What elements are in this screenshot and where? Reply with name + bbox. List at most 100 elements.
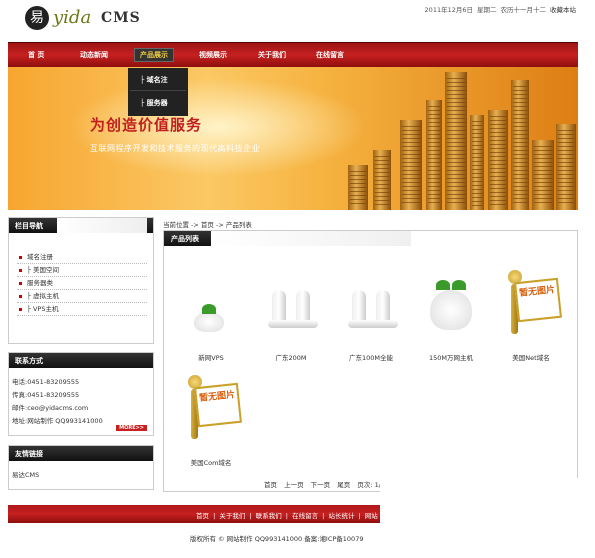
- no-image-text: 暂无图片: [514, 277, 562, 323]
- no-image-text: 暂无图片: [194, 382, 242, 428]
- product-name[interactable]: 150M万网主机: [412, 352, 490, 362]
- building-graphic: [400, 120, 422, 210]
- stand-image: [268, 290, 318, 330]
- building-graphic: [511, 80, 529, 210]
- links-box: 友情链接 易达CMS: [8, 445, 154, 490]
- footer-sep: |: [213, 512, 216, 520]
- dropdown-item-server[interactable]: ├ 服务器: [130, 92, 186, 114]
- pager-last[interactable]: 尾页: [337, 481, 350, 489]
- product-name[interactable]: 广东200M: [252, 352, 330, 362]
- product-card[interactable]: 150M万网主机: [412, 266, 490, 362]
- plant-image: [190, 302, 230, 332]
- product-card[interactable]: 新网VPS: [172, 266, 250, 362]
- dropdown-item-label: 服务器: [146, 99, 168, 107]
- category-item-label: VPS主机: [32, 305, 59, 313]
- dropdown-item-label: 域名注: [146, 76, 168, 84]
- building-graphic: [445, 72, 467, 210]
- footer-link-contact[interactable]: 联系我们: [256, 512, 282, 520]
- pagination: 首页 上一页 下一页 尾页 页次: 1/: [264, 479, 386, 489]
- nav-products[interactable]: 产品展示: [134, 48, 174, 62]
- footer-link-stats[interactable]: 站长统计: [328, 512, 354, 520]
- contact-phone: 电话:0451-83209555: [12, 378, 80, 386]
- main-nav: 首 页 动态新闻 产品展示 视频展示 关于我们 在线留言: [8, 42, 578, 67]
- product-image[interactable]: [416, 266, 486, 346]
- product-image[interactable]: 暂无图片: [176, 371, 246, 451]
- banner-title: 为创造价值服务: [90, 116, 203, 134]
- product-image[interactable]: 暂无图片: [496, 266, 566, 346]
- date-bar: 2011年12月6日 星期二 农历十一月十二 收藏本站: [421, 4, 576, 14]
- category-item-label: 美国空间: [32, 266, 59, 274]
- breadcrumb: 当前位置 -> 首页 -> 产品列表: [163, 221, 252, 229]
- contact-email: 邮件:ceo@yidacms.com: [12, 404, 89, 412]
- product-list-header: 产品列表: [164, 231, 211, 246]
- product-card[interactable]: 暂无图片 美国Com域名: [172, 371, 250, 467]
- contact-fax: 传真:0451-83209555: [12, 391, 80, 399]
- product-image[interactable]: [336, 266, 406, 346]
- footer-sep: |: [249, 512, 252, 520]
- nav-about[interactable]: 关于我们: [258, 50, 286, 60]
- dropdown-item-domain[interactable]: ├ 域名注: [130, 69, 186, 91]
- footer-link-site[interactable]: 网站: [365, 512, 378, 520]
- pager-next[interactable]: 下一页: [311, 481, 331, 489]
- category-item[interactable]: 服务器类: [17, 277, 147, 290]
- links-title: 友情链接: [15, 450, 43, 458]
- links-list: 易达CMS: [9, 461, 153, 482]
- category-item[interactable]: ├ 美国空间: [17, 264, 147, 277]
- more-button[interactable]: MORE>>: [116, 425, 147, 431]
- pager-first[interactable]: 首页: [264, 481, 277, 489]
- nav-guestbook[interactable]: 在线留言: [316, 50, 344, 60]
- product-name[interactable]: 美国Net域名: [492, 352, 570, 362]
- footer-sep: |: [285, 512, 288, 520]
- contact-title: 联系方式: [15, 357, 43, 365]
- footer-links: 首页 | 关于我们 | 联系我们 | 在线留言 | 站长统计 | 网站: [196, 510, 380, 520]
- building-graphic: [470, 115, 484, 210]
- product-name[interactable]: 新网VPS: [172, 352, 250, 362]
- category-box: 栏目导航 域名注册 ├ 美国空间 服务器类 ├ 虚拟主机 ├ VPS主机: [8, 217, 154, 344]
- logo-cms: CMS: [101, 10, 141, 26]
- friend-link[interactable]: 易达CMS: [12, 469, 147, 482]
- footer-sep: |: [322, 512, 325, 520]
- product-list-title: 产品列表: [171, 235, 199, 243]
- nav-videos[interactable]: 视频展示: [199, 50, 227, 60]
- banner-subtitle: 互联网程序开发和技术服务的现代高科技企业: [90, 144, 260, 153]
- stand-image: [348, 290, 398, 330]
- pager-prev[interactable]: 上一页: [284, 481, 304, 489]
- category-item[interactable]: 域名注册: [17, 251, 147, 264]
- product-card[interactable]: 暂无图片 美国Net域名: [492, 266, 570, 362]
- lunar-text: 农历十一月十二: [500, 6, 547, 14]
- footer-link-guestbook[interactable]: 在线留言: [292, 512, 318, 520]
- copyright: 版权所有 © 网站制作 QQ993141000 备案:湘ICP备10079: [190, 535, 364, 543]
- footer-link-home[interactable]: 首页: [196, 512, 209, 520]
- pager-info: 页次: 1/: [357, 481, 381, 489]
- product-card[interactable]: 广东200M: [252, 266, 330, 362]
- contact-header: 联系方式: [9, 353, 153, 368]
- contact-info: 电话:0451-83209555 传真:0451-83209555 邮件:ceo…: [9, 368, 153, 428]
- building-graphic: [488, 110, 508, 210]
- building-graphic: [556, 124, 576, 210]
- product-image[interactable]: [256, 266, 326, 346]
- nav-home[interactable]: 首 页: [28, 50, 44, 60]
- product-image[interactable]: [176, 266, 246, 346]
- product-list-box: 产品列表 新网VPS 广东200M 广东100M全能 150M万网主机 暂无图片…: [163, 230, 578, 492]
- building-graphic: [373, 150, 391, 210]
- logo-brand: yida: [53, 7, 92, 28]
- building-graphic: [532, 140, 554, 210]
- plant-image: [426, 278, 476, 333]
- category-item[interactable]: ├ VPS主机: [17, 303, 147, 316]
- nav-news[interactable]: 动态新闻: [80, 50, 108, 60]
- category-title: 栏目导航: [15, 222, 43, 230]
- site-logo[interactable]: 易 yida CMS: [8, 4, 148, 34]
- product-name[interactable]: 广东100M全能: [332, 352, 410, 362]
- no-image-placeholder: 暂无图片: [188, 375, 242, 445]
- favorite-link[interactable]: 收藏本站: [550, 6, 576, 14]
- category-item-label: 虚拟主机: [32, 292, 59, 300]
- product-name[interactable]: 美国Com域名: [172, 457, 250, 467]
- hero-banner: 为创造价值服务 互联网程序开发和技术服务的现代高科技企业: [8, 67, 578, 210]
- product-card[interactable]: 广东100M全能: [332, 266, 410, 362]
- building-graphic: [426, 100, 442, 210]
- footer-link-about[interactable]: 关于我们: [219, 512, 245, 520]
- header-line: [211, 231, 411, 246]
- links-header: 友情链接: [9, 446, 153, 461]
- category-item[interactable]: ├ 虚拟主机: [17, 290, 147, 303]
- date-text: 2011年12月6日: [424, 6, 473, 14]
